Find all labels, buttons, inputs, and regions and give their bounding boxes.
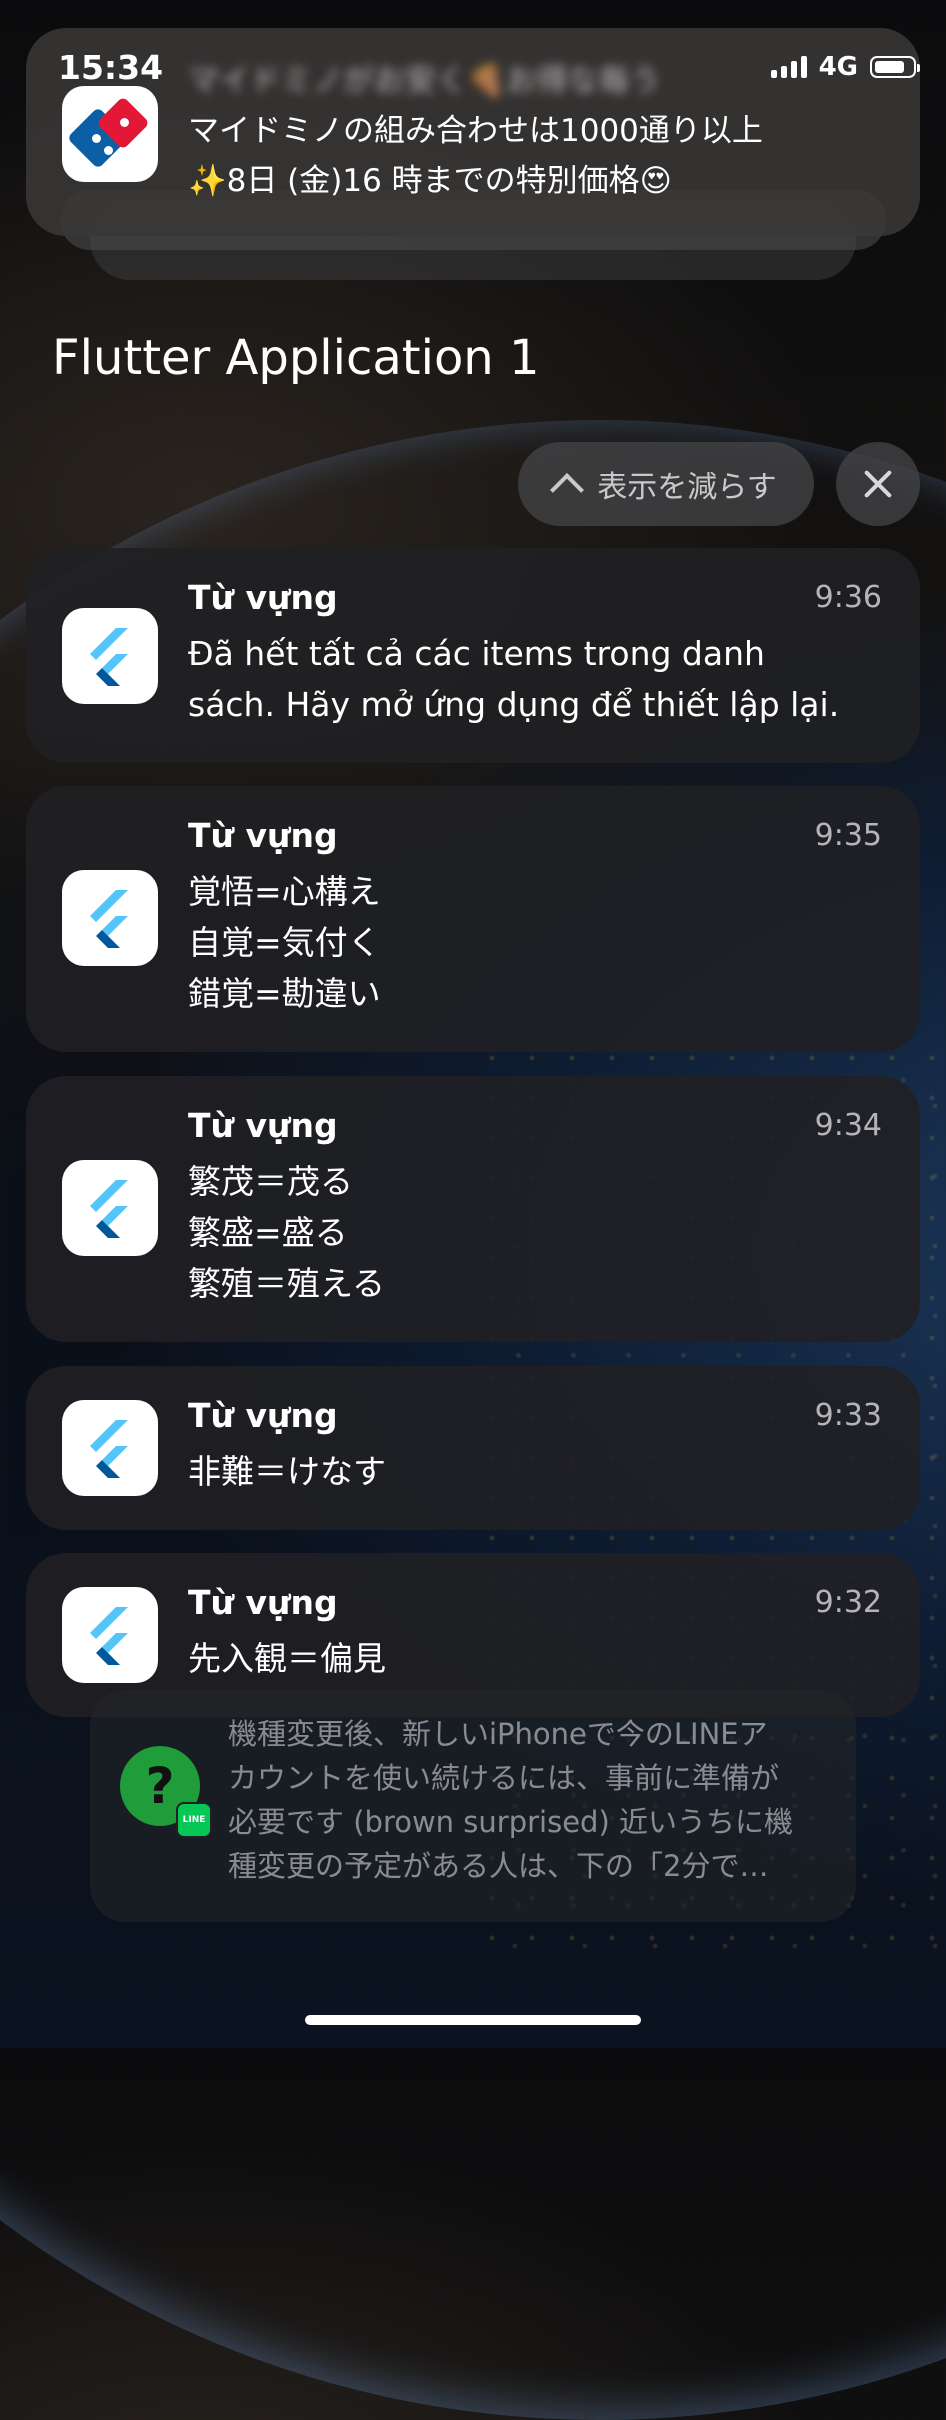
line-message-line: 必要です (brown surprised) 近いうちに機 — [228, 1805, 793, 1839]
notification-title: Từ vựng — [188, 578, 338, 617]
notification-body-line: 先入観＝偏見 — [188, 1639, 386, 1678]
flutter-app-icon — [62, 1587, 158, 1683]
notification-time: 9:32 — [814, 1585, 882, 1620]
home-indicator[interactable] — [305, 2015, 641, 2025]
chevron-up-icon — [550, 473, 585, 507]
notification-body: 先入観＝偏見 — [188, 1633, 890, 1684]
flutter-app-icon — [62, 870, 158, 966]
notification-body: 非難＝けなす — [188, 1446, 890, 1497]
flutter-app-icon — [62, 1400, 158, 1496]
flutter-app-icon — [62, 608, 158, 704]
flutter-notification-card[interactable]: Từ vựng 9:35 覚悟=心構え 自覚=気付く 錯覚=勘違い — [26, 786, 920, 1052]
notification-body-line: 繁殖＝殖える — [188, 1264, 386, 1303]
notification-time: 9:35 — [814, 818, 882, 853]
notification-time: 9:33 — [814, 1398, 882, 1433]
notification-body-line: 錯覚=勘違い — [188, 974, 381, 1013]
flutter-app-icon — [62, 1160, 158, 1256]
status-time: 15:34 — [58, 48, 164, 87]
notification-body-line: 繁盛=盛る — [188, 1213, 348, 1252]
status-bar: 15:34 4G — [58, 48, 920, 88]
show-less-button[interactable]: 表示を減らす — [518, 442, 814, 526]
notification-body-line: 繁茂＝茂る — [188, 1162, 353, 1201]
line-message-line: 機種変更後、新しいiPhoneで今のLINEア — [228, 1717, 768, 1751]
notification-body: Đã hết tất cả các items trong danh sách. … — [188, 628, 890, 730]
notification-line: ✨8日 (金)16 時までの特別価格😍 — [188, 163, 672, 199]
notification-body-line: 覚悟=心構え — [188, 872, 381, 911]
notification-body-line: Đã hết tất cả các items trong danh — [188, 634, 765, 673]
notification-body: 覚悟=心構え 自覚=気付く 錯覚=勘違い — [188, 866, 890, 1019]
notification-body-line: sách. Hãy mở ứng dụng để thiết lập lại. — [188, 685, 840, 724]
battery-icon — [870, 56, 920, 78]
notification-body: 繁茂＝茂る繁盛=盛る繁殖＝殖える — [188, 1156, 890, 1309]
network-type: 4G — [818, 52, 858, 82]
notification-title: Từ vựng — [188, 1106, 338, 1145]
line-message-line: カウントを使い続けるには、事前に準備が — [228, 1761, 780, 1795]
notification-body-line: 自覚=気付く — [188, 923, 381, 962]
flutter-notification-card[interactable]: Từ vựng 9:34 繁茂＝茂る繁盛=盛る繁殖＝殖える — [26, 1076, 920, 1342]
notification-group-title: Flutter Application 1 — [52, 330, 540, 386]
show-less-label: 表示を減らす — [597, 470, 777, 505]
line-message-line: 種変更の予定がある人は、下の「2分で… — [228, 1849, 769, 1883]
notification-title: Từ vựng — [188, 1583, 338, 1622]
cellular-signal-icon — [770, 56, 807, 78]
notification-line: マイドミノの組み合わせは1000通り以上 — [188, 113, 763, 149]
notification-title: Từ vựng — [188, 816, 338, 855]
line-notification[interactable]: ? LINE 機種変更後、新しいiPhoneで今のLINEア カウントを使い続ける… — [90, 1690, 856, 1922]
dominos-pizza-icon — [62, 86, 158, 182]
line-app-badge-icon: LINE — [176, 1802, 212, 1838]
notification-time: 9:34 — [814, 1108, 882, 1143]
notification-time: 9:36 — [814, 580, 882, 615]
flutter-notification-card[interactable]: Từ vựng 9:36 Đã hết tất cả các items trong… — [26, 548, 920, 763]
flutter-notification-card[interactable]: Từ vựng 9:33 非難＝けなす — [26, 1366, 920, 1530]
notification-body-line: 非難＝けなす — [188, 1452, 386, 1491]
clear-group-button[interactable] — [836, 442, 920, 526]
notification-title: Từ vựng — [188, 1396, 338, 1435]
